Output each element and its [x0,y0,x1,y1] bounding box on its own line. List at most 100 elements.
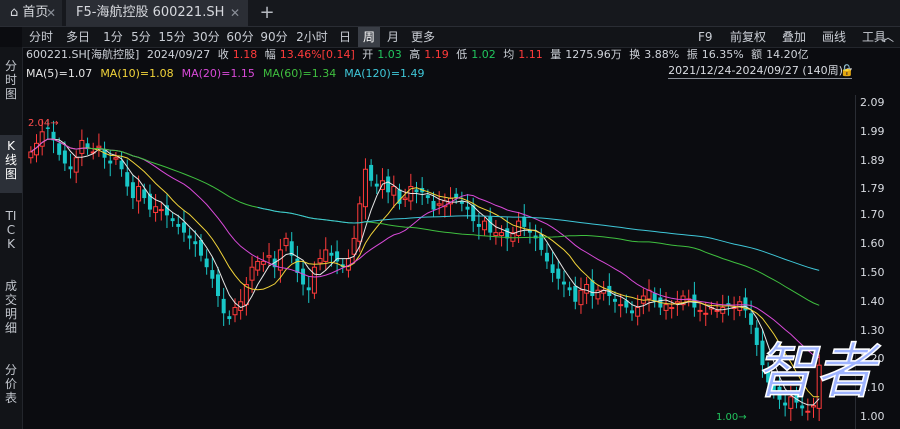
candle-body[interactable] [663,304,669,311]
period-tab-4[interactable]: 15分 [156,27,188,47]
candle-body[interactable] [561,281,566,285]
candle-body[interactable] [391,186,397,196]
period-tab-1[interactable]: 多日 [58,27,98,47]
candle-body[interactable] [618,304,624,307]
tool-button-2[interactable]: 叠加 [782,27,806,47]
candle-body[interactable] [119,160,124,170]
candle-body[interactable] [499,232,505,237]
close-icon[interactable]: ✕ [230,0,240,26]
candle-body[interactable] [369,164,374,181]
candle-body[interactable] [414,189,419,193]
candle-body[interactable] [125,172,130,187]
candle-body[interactable] [170,218,175,222]
candle-body[interactable] [215,274,220,297]
candle-body[interactable] [476,223,481,227]
candle-body[interactable] [317,258,323,264]
candle-body[interactable] [749,313,754,325]
candle-body[interactable] [505,228,510,239]
candle-body[interactable] [283,237,289,247]
candle-body[interactable] [260,260,266,265]
candle-body[interactable] [193,241,198,245]
period-tab-7[interactable]: 90分 [258,27,290,47]
candle-body[interactable] [436,203,442,206]
candle-body[interactable] [482,220,488,231]
candle-body[interactable] [431,200,436,210]
candle-body[interactable] [176,223,181,227]
candle-body[interactable] [703,312,709,315]
candle-body[interactable] [113,157,119,160]
candle-body[interactable] [573,285,578,302]
tab-home[interactable]: ⌂ 首页 ✕ [0,0,62,26]
sidebar-item-0[interactable]: 分时图 [0,55,22,113]
tool-button-1[interactable]: 前复权 [730,27,766,47]
candle-body[interactable] [57,143,62,155]
candle-body[interactable] [227,316,232,320]
candle-body[interactable] [516,220,522,237]
candle-body[interactable] [362,168,368,208]
close-icon[interactable]: ✕ [46,0,56,26]
candle-body[interactable] [488,216,493,233]
candle-body[interactable] [130,182,135,199]
sidebar-item-4[interactable]: 分价表 [0,359,22,415]
sidebar-item-3[interactable]: 成交明细 [0,275,22,347]
candle-body[interactable] [578,289,584,306]
candle-body[interactable] [493,232,499,237]
candle-body[interactable] [635,307,641,317]
tab-stock[interactable]: F5-海航控股 600221.SH ✕ [66,0,248,26]
period-tab-2[interactable]: 1分 [100,27,126,47]
candle-body[interactable] [550,264,555,273]
add-tab-button[interactable]: + [258,0,276,26]
candle-body[interactable] [544,252,549,262]
candle-body[interactable] [465,206,470,210]
candle-body[interactable] [181,222,186,233]
period-tab-6[interactable]: 60分 [224,27,256,47]
candle-body[interactable] [323,249,329,262]
candle-body[interactable] [669,307,675,310]
candle-body[interactable] [249,266,255,281]
period-tab-12[interactable]: 更多 [406,27,440,47]
candle-body[interactable] [386,176,391,193]
tool-button-0[interactable]: F9 [698,27,713,47]
candle-body[interactable] [153,206,159,213]
candle-body[interactable] [62,150,67,164]
candle-body[interactable] [425,195,430,199]
sidebar-item-2[interactable]: TICK [0,205,22,265]
candle-body[interactable] [136,186,142,202]
candle-body[interactable] [612,298,617,302]
period-tab-10[interactable]: 周 [358,27,380,47]
candle-body[interactable] [402,197,408,201]
period-tab-3[interactable]: 5分 [128,27,154,47]
candle-body[interactable] [522,216,527,227]
period-tab-8[interactable]: 2小时 [292,27,332,47]
candle-body[interactable] [28,151,34,159]
candle-body[interactable] [301,268,306,285]
period-tab-5[interactable]: 30分 [190,27,222,47]
candle-body[interactable] [674,301,680,304]
candle-body[interactable] [210,270,215,279]
candle-body[interactable] [306,287,311,291]
candle-body[interactable] [311,266,317,294]
candle-body[interactable] [697,309,703,312]
candle-body[interactable] [142,189,147,199]
candle-body[interactable] [329,252,334,256]
candle-body[interactable] [266,255,272,258]
candle-body[interactable] [108,160,113,164]
candle-body[interactable] [351,237,357,255]
lock-icon[interactable]: 🔓 [840,64,854,77]
candle-body[interactable] [73,157,79,173]
candle-body[interactable] [374,183,379,187]
candle-body[interactable] [232,307,238,316]
candle-body[interactable] [720,307,726,314]
kline-chart[interactable] [22,95,856,429]
candle-body[interactable] [158,209,164,212]
period-tab-0[interactable]: 分时 [26,27,56,47]
candle-body[interactable] [187,235,192,239]
candle-body[interactable] [204,258,209,268]
date-range-selector[interactable]: 2021/12/24-2024/09/27 (140周) ▾ [668,64,852,79]
tool-button-3[interactable]: 画线 [822,27,846,47]
candle-body[interactable] [567,287,572,291]
collapse-icon[interactable]: ︿ [882,27,894,47]
candle-body[interactable] [584,283,590,294]
candle-body[interactable] [68,166,73,170]
candle-body[interactable] [79,139,85,154]
